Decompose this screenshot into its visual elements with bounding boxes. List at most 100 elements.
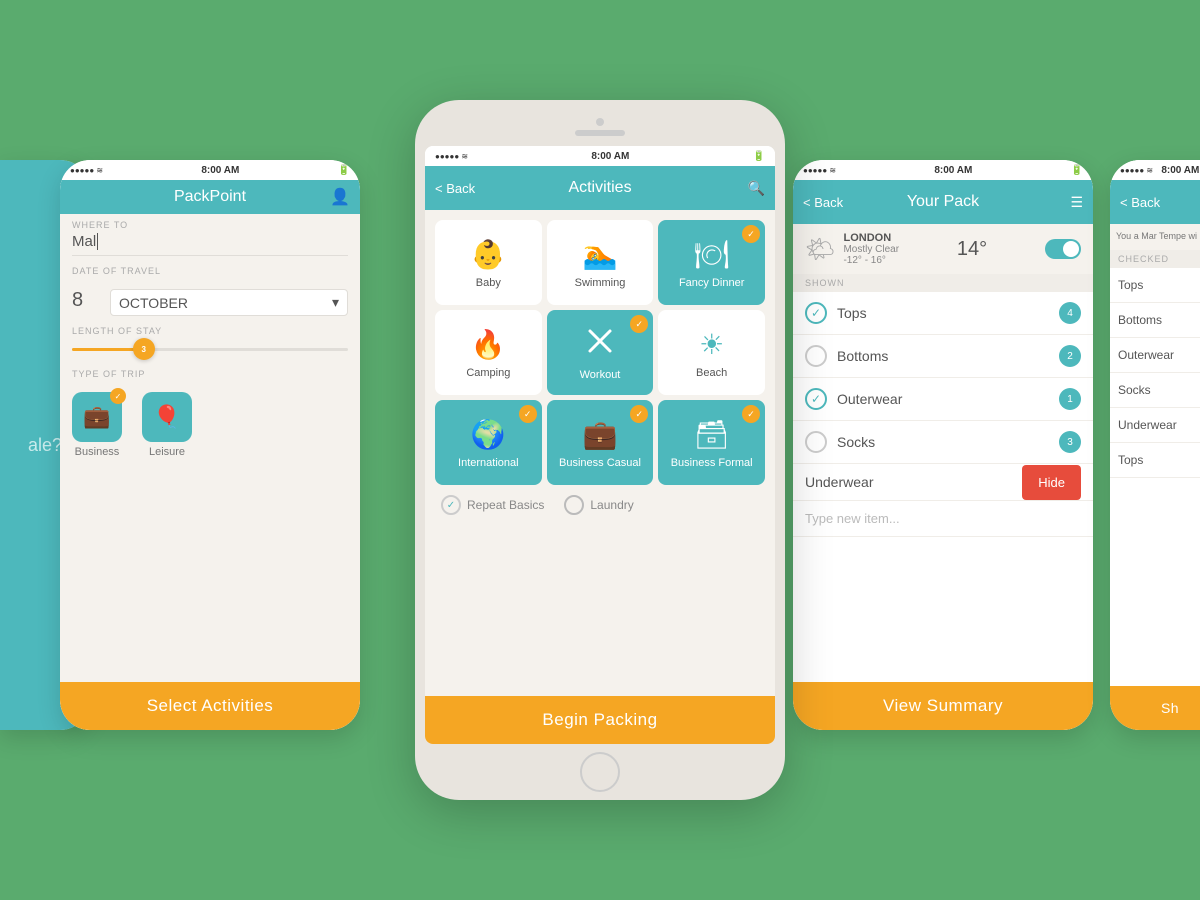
menu-icon[interactable]: ☰: [1070, 194, 1083, 211]
begin-packing-button[interactable]: Begin Packing: [425, 696, 775, 744]
screen2-back-button[interactable]: < Back: [435, 181, 475, 196]
screen3-time: 8:00 AM: [934, 165, 972, 176]
weather-icon: 🌤: [805, 235, 835, 264]
screen2-notch: [425, 112, 775, 142]
laundry-check: [564, 495, 584, 515]
activity-tile-workout[interactable]: ✓ Workout: [547, 310, 654, 395]
leisure-icon: 🎈: [142, 392, 192, 442]
search-icon[interactable]: 🔍: [748, 180, 765, 197]
activity-tile-business-formal[interactable]: ✓ 🗃 Business Formal: [658, 400, 765, 485]
where-to-value[interactable]: Mal: [72, 233, 348, 256]
screen3-battery: 🔋: [1071, 165, 1083, 176]
trip-option-leisure[interactable]: 🎈 Leisure: [142, 392, 192, 458]
outerwear-count: 1: [1059, 388, 1081, 410]
new-item-placeholder: Type new item...: [805, 511, 900, 526]
select-activities-button[interactable]: Select Activities: [60, 682, 360, 730]
screen4-cta-button[interactable]: Sh: [1110, 686, 1200, 730]
date-label-field: DATE OF TRAVEL: [60, 260, 360, 283]
trip-label: TYPE OF TRIP: [72, 369, 348, 379]
screen2-title: Activities: [568, 179, 631, 197]
trip-option-business[interactable]: ✓ 💼 Business: [72, 392, 122, 458]
screen3-header: < Back Your Pack ☰: [793, 180, 1093, 224]
pack-item-bottoms-left: Bottoms: [805, 345, 888, 367]
screen3-status-bar: ●●●●● ≋ 8:00 AM 🔋: [793, 160, 1093, 180]
pack-item-tops-left: ✓ Tops: [805, 302, 867, 324]
activity-tile-beach[interactable]: ☀ Beach: [658, 310, 765, 395]
pack-item-underwear: Underwear Hide: [793, 464, 1093, 501]
beach-label: Beach: [696, 367, 727, 379]
repeat-basics-option[interactable]: ✓ Repeat Basics: [441, 495, 544, 515]
screen4-items-list: Tops Bottoms Outerwear Socks Underwear T…: [1110, 268, 1200, 687]
underwear-name: Underwear: [805, 464, 1022, 500]
tops-count: 4: [1059, 302, 1081, 324]
pack-item-outerwear[interactable]: ✓ Outerwear 1: [793, 378, 1093, 421]
activity-tile-business-casual[interactable]: ✓ 💼 Business Casual: [547, 400, 654, 485]
screen4-partial-info: You a Mar Tempe wi: [1110, 224, 1200, 250]
activity-tile-baby[interactable]: 👶 Baby: [435, 220, 542, 305]
outerwear-check: ✓: [805, 388, 827, 410]
hide-button[interactable]: Hide: [1022, 465, 1081, 500]
screen2-battery: 🔋: [753, 151, 765, 162]
stay-slider[interactable]: 3: [72, 339, 348, 359]
socks-name: Socks: [837, 434, 875, 450]
screen3-title: Your Pack: [907, 193, 979, 211]
slider-thumb[interactable]: 3: [133, 338, 155, 360]
camera-dot: [596, 118, 604, 126]
screen1-status-bar: ●●●●● ≋ 8:00 AM 🔋: [60, 160, 360, 180]
weather-city: LONDON: [843, 232, 899, 244]
activity-tile-fancy-dinner[interactable]: ✓ 🍽 Fancy Dinner: [658, 220, 765, 305]
home-button[interactable]: [580, 752, 620, 792]
weather-left: 🌤 LONDON Mostly Clear -12° - 16°: [805, 232, 899, 266]
celsius-toggle[interactable]: [1045, 239, 1081, 259]
screen1-phone: ●●●●● ≋ 8:00 AM 🔋 PackPoint 👤 WHERE TO M…: [60, 160, 360, 730]
s4-item-bottoms: Bottoms: [1110, 303, 1200, 338]
pack-item-socks-left: Socks: [805, 431, 875, 453]
screen1-battery: 🔋: [338, 165, 350, 176]
trip-options: ✓ 💼 Business 🎈 Leisure: [60, 386, 360, 464]
fancy-dinner-check: ✓: [742, 225, 760, 243]
swimming-label: Swimming: [575, 277, 626, 289]
tops-name: Tops: [837, 305, 867, 321]
camping-icon: 🔥: [471, 328, 506, 361]
activity-tile-international[interactable]: ✓ 🌍 International: [435, 400, 542, 485]
screen4-back-button[interactable]: < Back: [1120, 195, 1160, 210]
weather-range: -12° - 16°: [843, 255, 899, 266]
bottoms-check: [805, 345, 827, 367]
laundry-option[interactable]: Laundry: [564, 495, 633, 515]
user-icon[interactable]: 👤: [330, 187, 350, 207]
screen2-header: < Back Activities 🔍: [425, 166, 775, 210]
chevron-down-icon: ▾: [332, 294, 339, 311]
business-label: Business: [75, 446, 120, 458]
business-check-badge: ✓: [110, 388, 126, 404]
workout-check: ✓: [630, 315, 648, 333]
pack-item-bottoms[interactable]: Bottoms 2: [793, 335, 1093, 378]
pack-item-tops[interactable]: ✓ Tops 4: [793, 292, 1093, 335]
activity-tile-camping[interactable]: 🔥 Camping: [435, 310, 542, 395]
screen3-back-button[interactable]: < Back: [803, 195, 843, 210]
screen3-phone: ●●●●● ≋ 8:00 AM 🔋 < Back Your Pack ☰ 🌤 L…: [793, 160, 1093, 730]
date-month-selector[interactable]: OCTOBER ▾: [110, 289, 348, 316]
trip-type-section: TYPE OF TRIP: [60, 363, 360, 386]
screen1-signal: ●●●●● ≋: [70, 166, 103, 175]
view-summary-button[interactable]: View Summary: [793, 682, 1093, 730]
new-item-field[interactable]: Type new item...: [793, 501, 1093, 537]
length-of-stay-section: LENGTH OF STAY 3: [60, 320, 360, 363]
fancy-dinner-icon: 🍽: [694, 238, 730, 271]
outerwear-name: Outerwear: [837, 391, 902, 407]
screen4-phone: ●●●●● ≋ 8:00 AM 🔋 < Back You a Mar Tempe…: [1110, 160, 1200, 730]
stay-label: LENGTH OF STAY: [72, 326, 348, 336]
screen4-signal: ●●●●● ≋: [1120, 166, 1153, 175]
screen4-status-bar: ●●●●● ≋ 8:00 AM 🔋: [1110, 160, 1200, 180]
weather-info: LONDON Mostly Clear -12° - 16°: [843, 232, 899, 266]
weather-condition: Mostly Clear: [843, 244, 899, 255]
fancy-dinner-label: Fancy Dinner: [679, 277, 744, 289]
swimming-icon: 🏊: [583, 238, 618, 271]
business-formal-icon: 🗃: [694, 418, 730, 451]
date-row: 8 OCTOBER ▾: [60, 283, 360, 320]
international-label: International: [458, 457, 519, 469]
screen4-checked-label: CHECKED: [1110, 250, 1200, 268]
activity-tile-swimming[interactable]: 🏊 Swimming: [547, 220, 654, 305]
pack-item-socks[interactable]: Socks 3: [793, 421, 1093, 464]
pack-item-outerwear-left: ✓ Outerwear: [805, 388, 902, 410]
baby-icon: 👶: [471, 238, 506, 271]
